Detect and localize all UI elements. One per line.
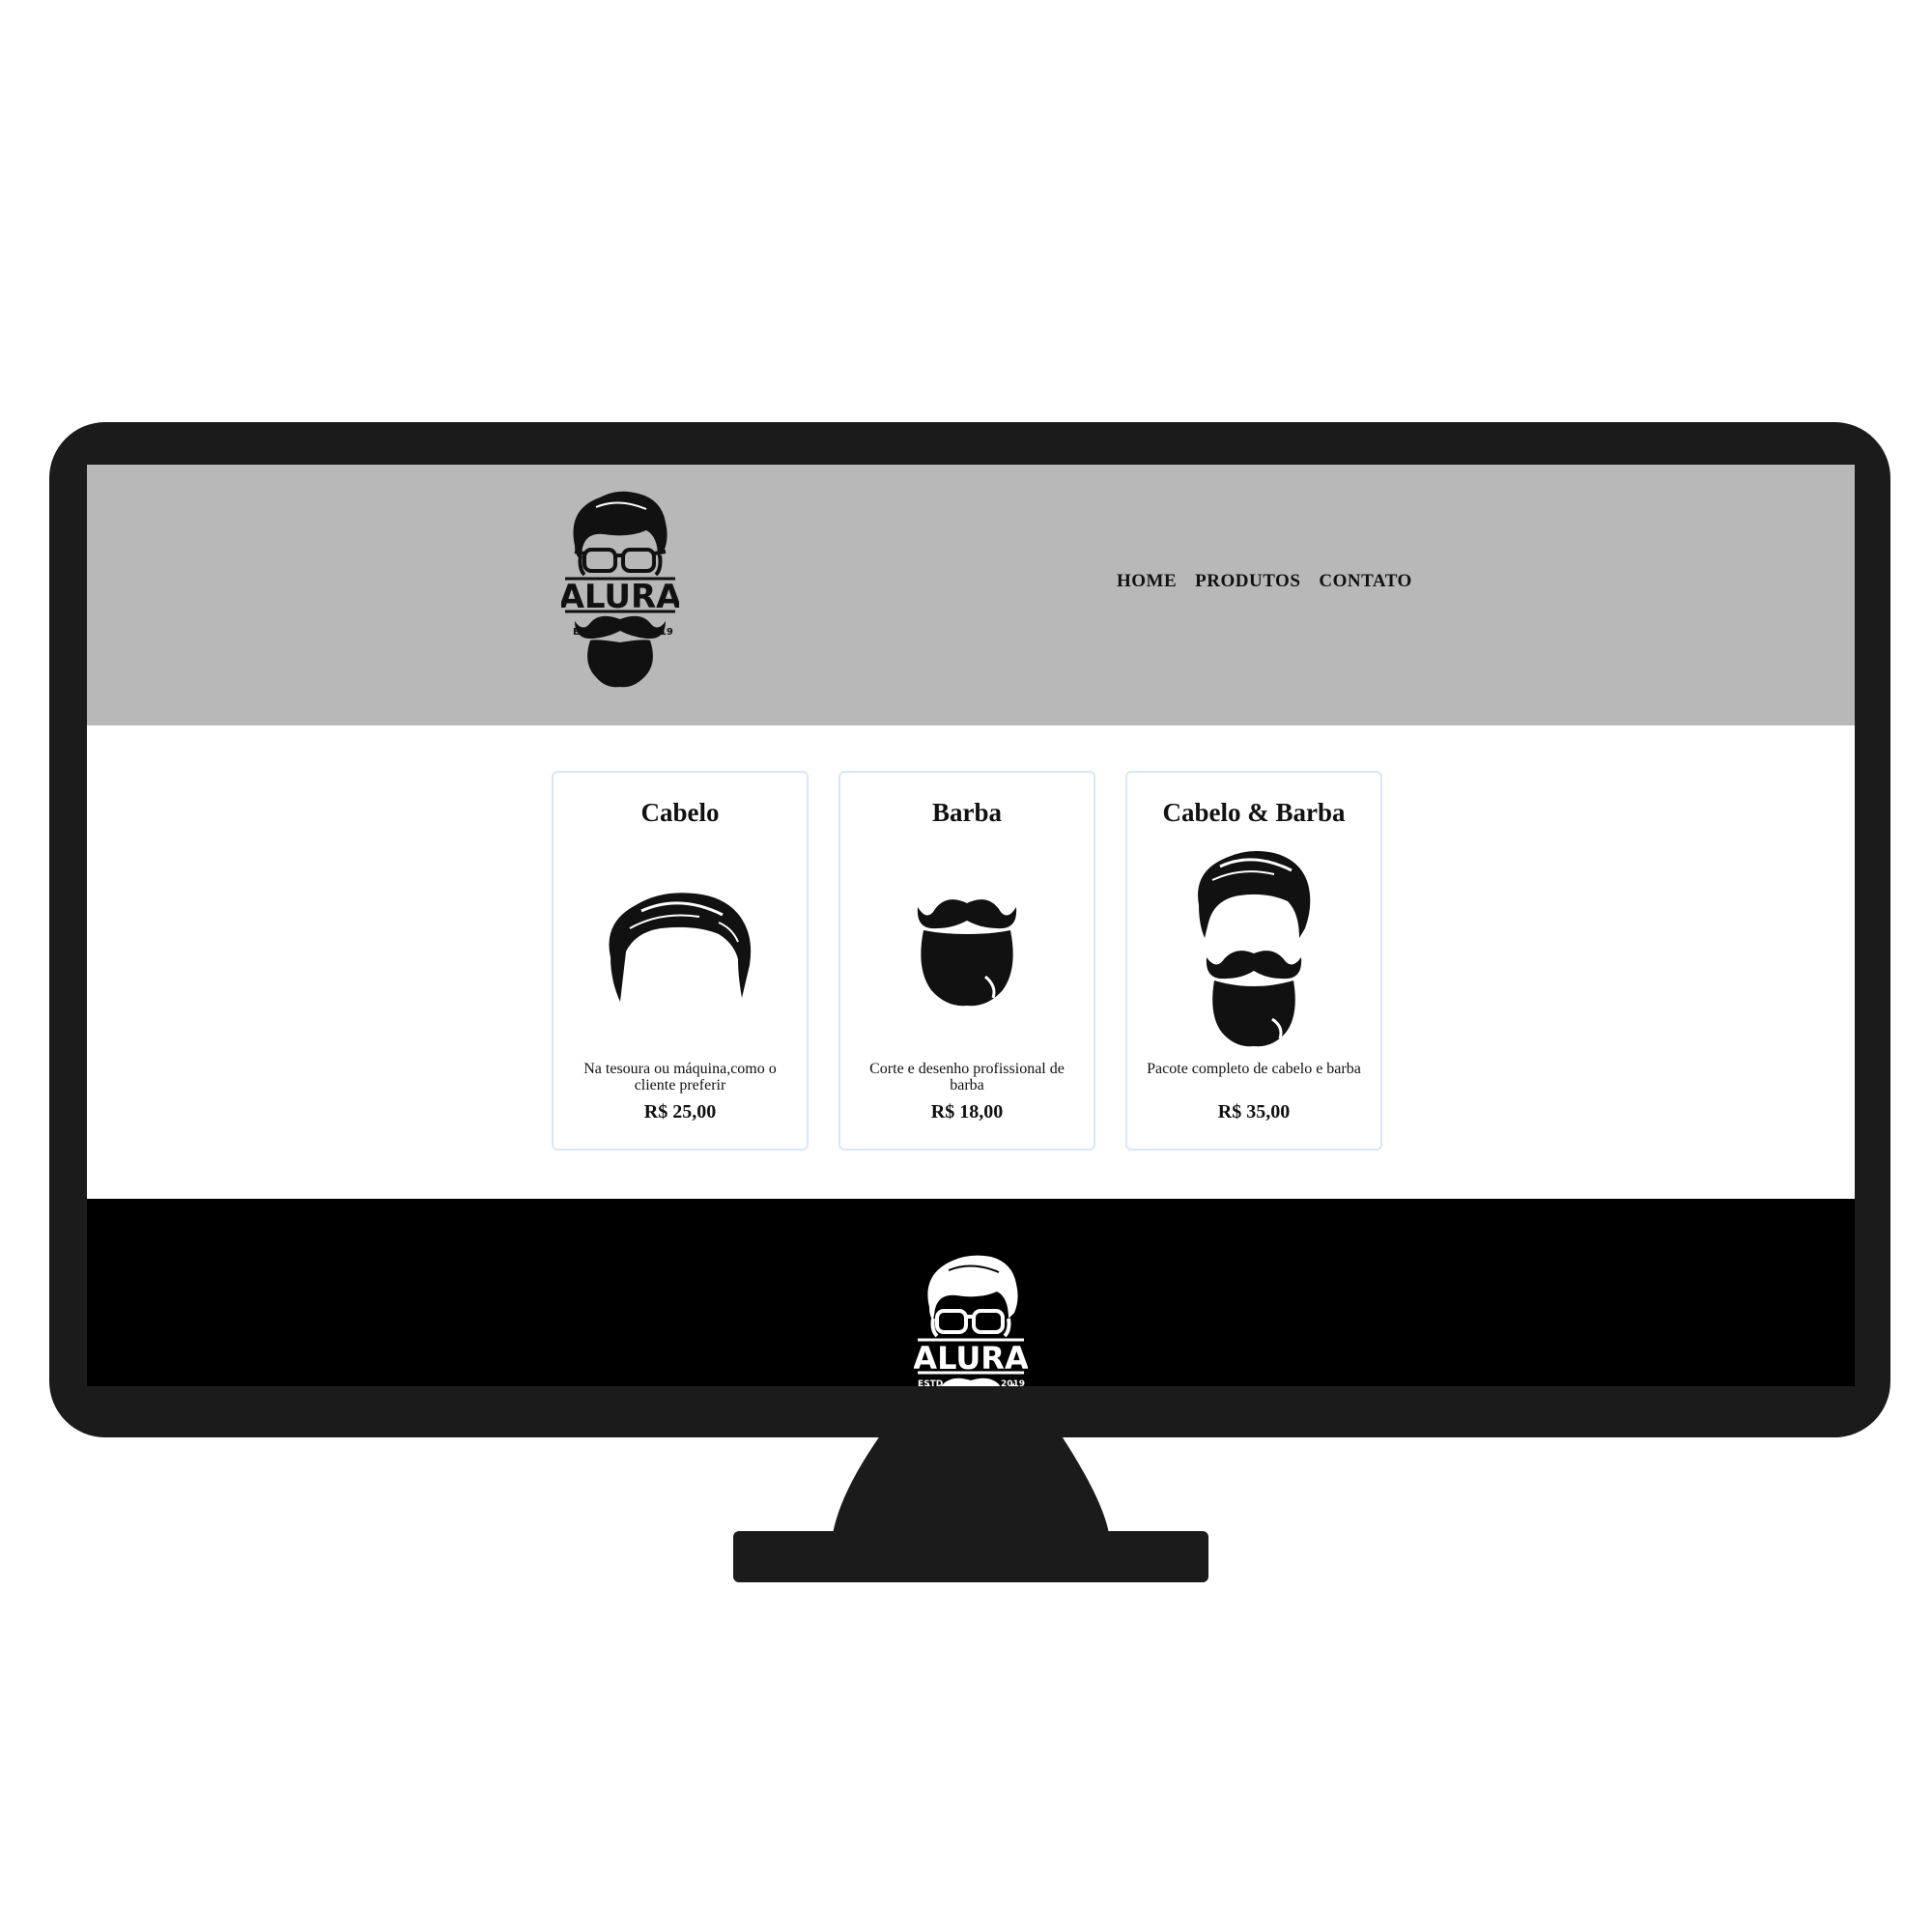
main-nav: HOME PRODUTOS CONTATO [1117,571,1412,592]
product-price: R$ 25,00 [643,1101,717,1122]
hair-icon [609,893,752,1002]
footer-logo[interactable]: ALURA ESTD 2019 [914,1251,1028,1386]
product-title: Barba [931,798,1002,827]
nav-home[interactable]: HOME [1117,571,1177,592]
products-section: Cabelo Na tesoura ou máquina,como o clie… [552,771,1382,1151]
logo-est-label: ESTD [573,627,601,638]
alura-logo-icon: ALURA ESTD 2019 [561,491,679,688]
logo-est-year: 2019 [646,627,673,638]
monitor-stand-base [733,1531,1208,1582]
product-title: Cabelo [640,798,720,827]
alura-logo[interactable]: ALURA ESTD 2019 [561,488,679,689]
nav-contato[interactable]: CONTATO [1319,571,1411,592]
product-image [840,840,1094,1053]
logo-brand-name: ALURA [561,578,679,616]
beard-icon [917,899,1017,1007]
product-card-barba: Barba Corte e desenho profissional de ba… [838,771,1095,1151]
site-header: ALURA ESTD 2019 HOME PRODUTOS CONTATO [87,465,1855,725]
product-card-cabelo: Cabelo Na tesoura ou máquina,como o clie… [552,771,809,1151]
product-description: Corte e desenho profissional de barba [869,1061,1065,1094]
product-title: Cabelo & Barba [1162,798,1346,827]
product-price: R$ 35,00 [1217,1101,1291,1122]
footer-logo-est-label: ESTD [918,1379,943,1386]
product-image [554,840,807,1053]
site-footer: ALURA ESTD 2019 [87,1199,1855,1386]
product-price: R$ 18,00 [930,1101,1004,1122]
nav-produtos[interactable]: PRODUTOS [1195,571,1300,592]
product-card-cabelo-barba: Cabelo & Barba Pacote completo de cabelo… [1125,771,1382,1151]
product-image [1127,840,1380,1053]
product-description: Pacote completo de cabelo e barba [1147,1061,1361,1077]
hair-and-beard-icon [1198,851,1311,1047]
product-description: Na tesoura ou máquina,como o cliente pre… [583,1061,777,1094]
alura-logo-white-icon: ALURA ESTD 2019 [914,1255,1028,1386]
footer-logo-brand-name: ALURA [914,1340,1028,1377]
monitor-stand-neck [833,1432,1109,1534]
browser-viewport: ALURA ESTD 2019 HOME PRODUTOS CONTATO Ca… [87,465,1855,1386]
